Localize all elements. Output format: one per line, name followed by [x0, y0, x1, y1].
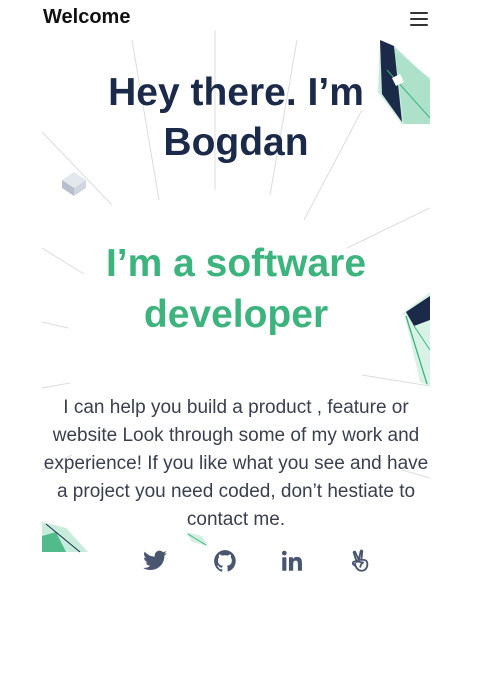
hero-headline: Hey there. I’m Bogdan: [108, 71, 364, 164]
twitter-link[interactable]: [142, 548, 168, 574]
linkedin-icon: [281, 550, 302, 571]
github-icon: [214, 550, 236, 572]
page: Welcome Hey there. I’m Bogdan I’m a soft…: [0, 0, 486, 676]
menu-bar: [410, 24, 428, 27]
linkedin-link[interactable]: [279, 548, 305, 574]
site-title[interactable]: Welcome: [43, 6, 130, 29]
menu-bar: [410, 12, 428, 15]
hero-subheadline: I’m a software developer: [105, 242, 367, 336]
twitter-icon: [143, 550, 167, 570]
site-header: Welcome: [43, 6, 431, 32]
angellist-icon: [351, 549, 369, 572]
menu-bar: [410, 18, 428, 21]
social-links: [42, 548, 430, 578]
github-link[interactable]: [212, 548, 238, 574]
hero-intro-text: I can help you build a product , feature…: [43, 397, 429, 530]
angellist-link[interactable]: [347, 548, 373, 574]
hamburger-menu-icon[interactable]: [409, 10, 429, 28]
